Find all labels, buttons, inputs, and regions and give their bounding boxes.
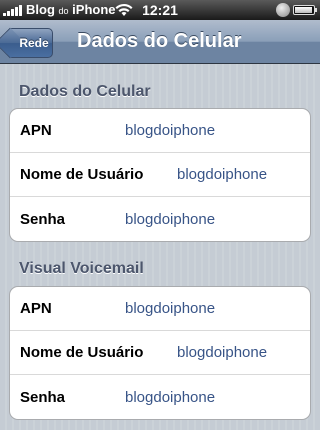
visual-voicemail-group: APN blogdoiphone Nome de Usuário blogdoi…	[9, 286, 311, 420]
clock: 12:21	[142, 2, 178, 18]
orientation-lock-icon	[276, 3, 290, 17]
voicemail-apn-field[interactable]: blogdoiphone	[125, 300, 215, 317]
password-label: Senha	[20, 210, 66, 228]
voicemail-apn-row[interactable]: APN blogdoiphone	[10, 287, 310, 331]
back-button-label: Rede	[19, 36, 49, 50]
section-header-cellular-data: Dados do Celular	[19, 83, 151, 100]
voicemail-apn-label: APN	[20, 300, 52, 317]
section-header-visual-voicemail: Visual Voicemail	[19, 260, 144, 277]
password-field[interactable]: blogdoiphone	[125, 211, 215, 228]
username-row[interactable]: Nome de Usuário blogdoiphone	[10, 153, 310, 197]
voicemail-username-field[interactable]: blogdoiphone	[177, 344, 267, 361]
back-button[interactable]: Rede	[7, 28, 53, 58]
voicemail-username-label: Nome de Usuário	[20, 344, 144, 361]
page-title: Dados do Celular	[77, 30, 242, 52]
username-field[interactable]: blogdoiphone	[177, 166, 267, 183]
voicemail-username-row[interactable]: Nome de Usuário blogdoiphone	[10, 331, 310, 375]
apn-label: APN	[20, 122, 52, 139]
password-row[interactable]: Senha blogdoiphone	[10, 197, 310, 241]
cellular-data-group: APN blogdoiphone Nome de Usuário blogdoi…	[9, 108, 311, 242]
battery-icon	[293, 5, 317, 15]
voicemail-password-field[interactable]: blogdoiphone	[125, 389, 215, 406]
status-bar: Blog do iPhone 12:21	[0, 0, 320, 20]
voicemail-password-label: Senha	[20, 388, 66, 406]
username-label: Nome de Usuário	[20, 166, 144, 183]
apn-row[interactable]: APN blogdoiphone	[10, 109, 310, 153]
voicemail-password-row[interactable]: Senha blogdoiphone	[10, 375, 310, 419]
apn-field[interactable]: blogdoiphone	[125, 122, 215, 139]
